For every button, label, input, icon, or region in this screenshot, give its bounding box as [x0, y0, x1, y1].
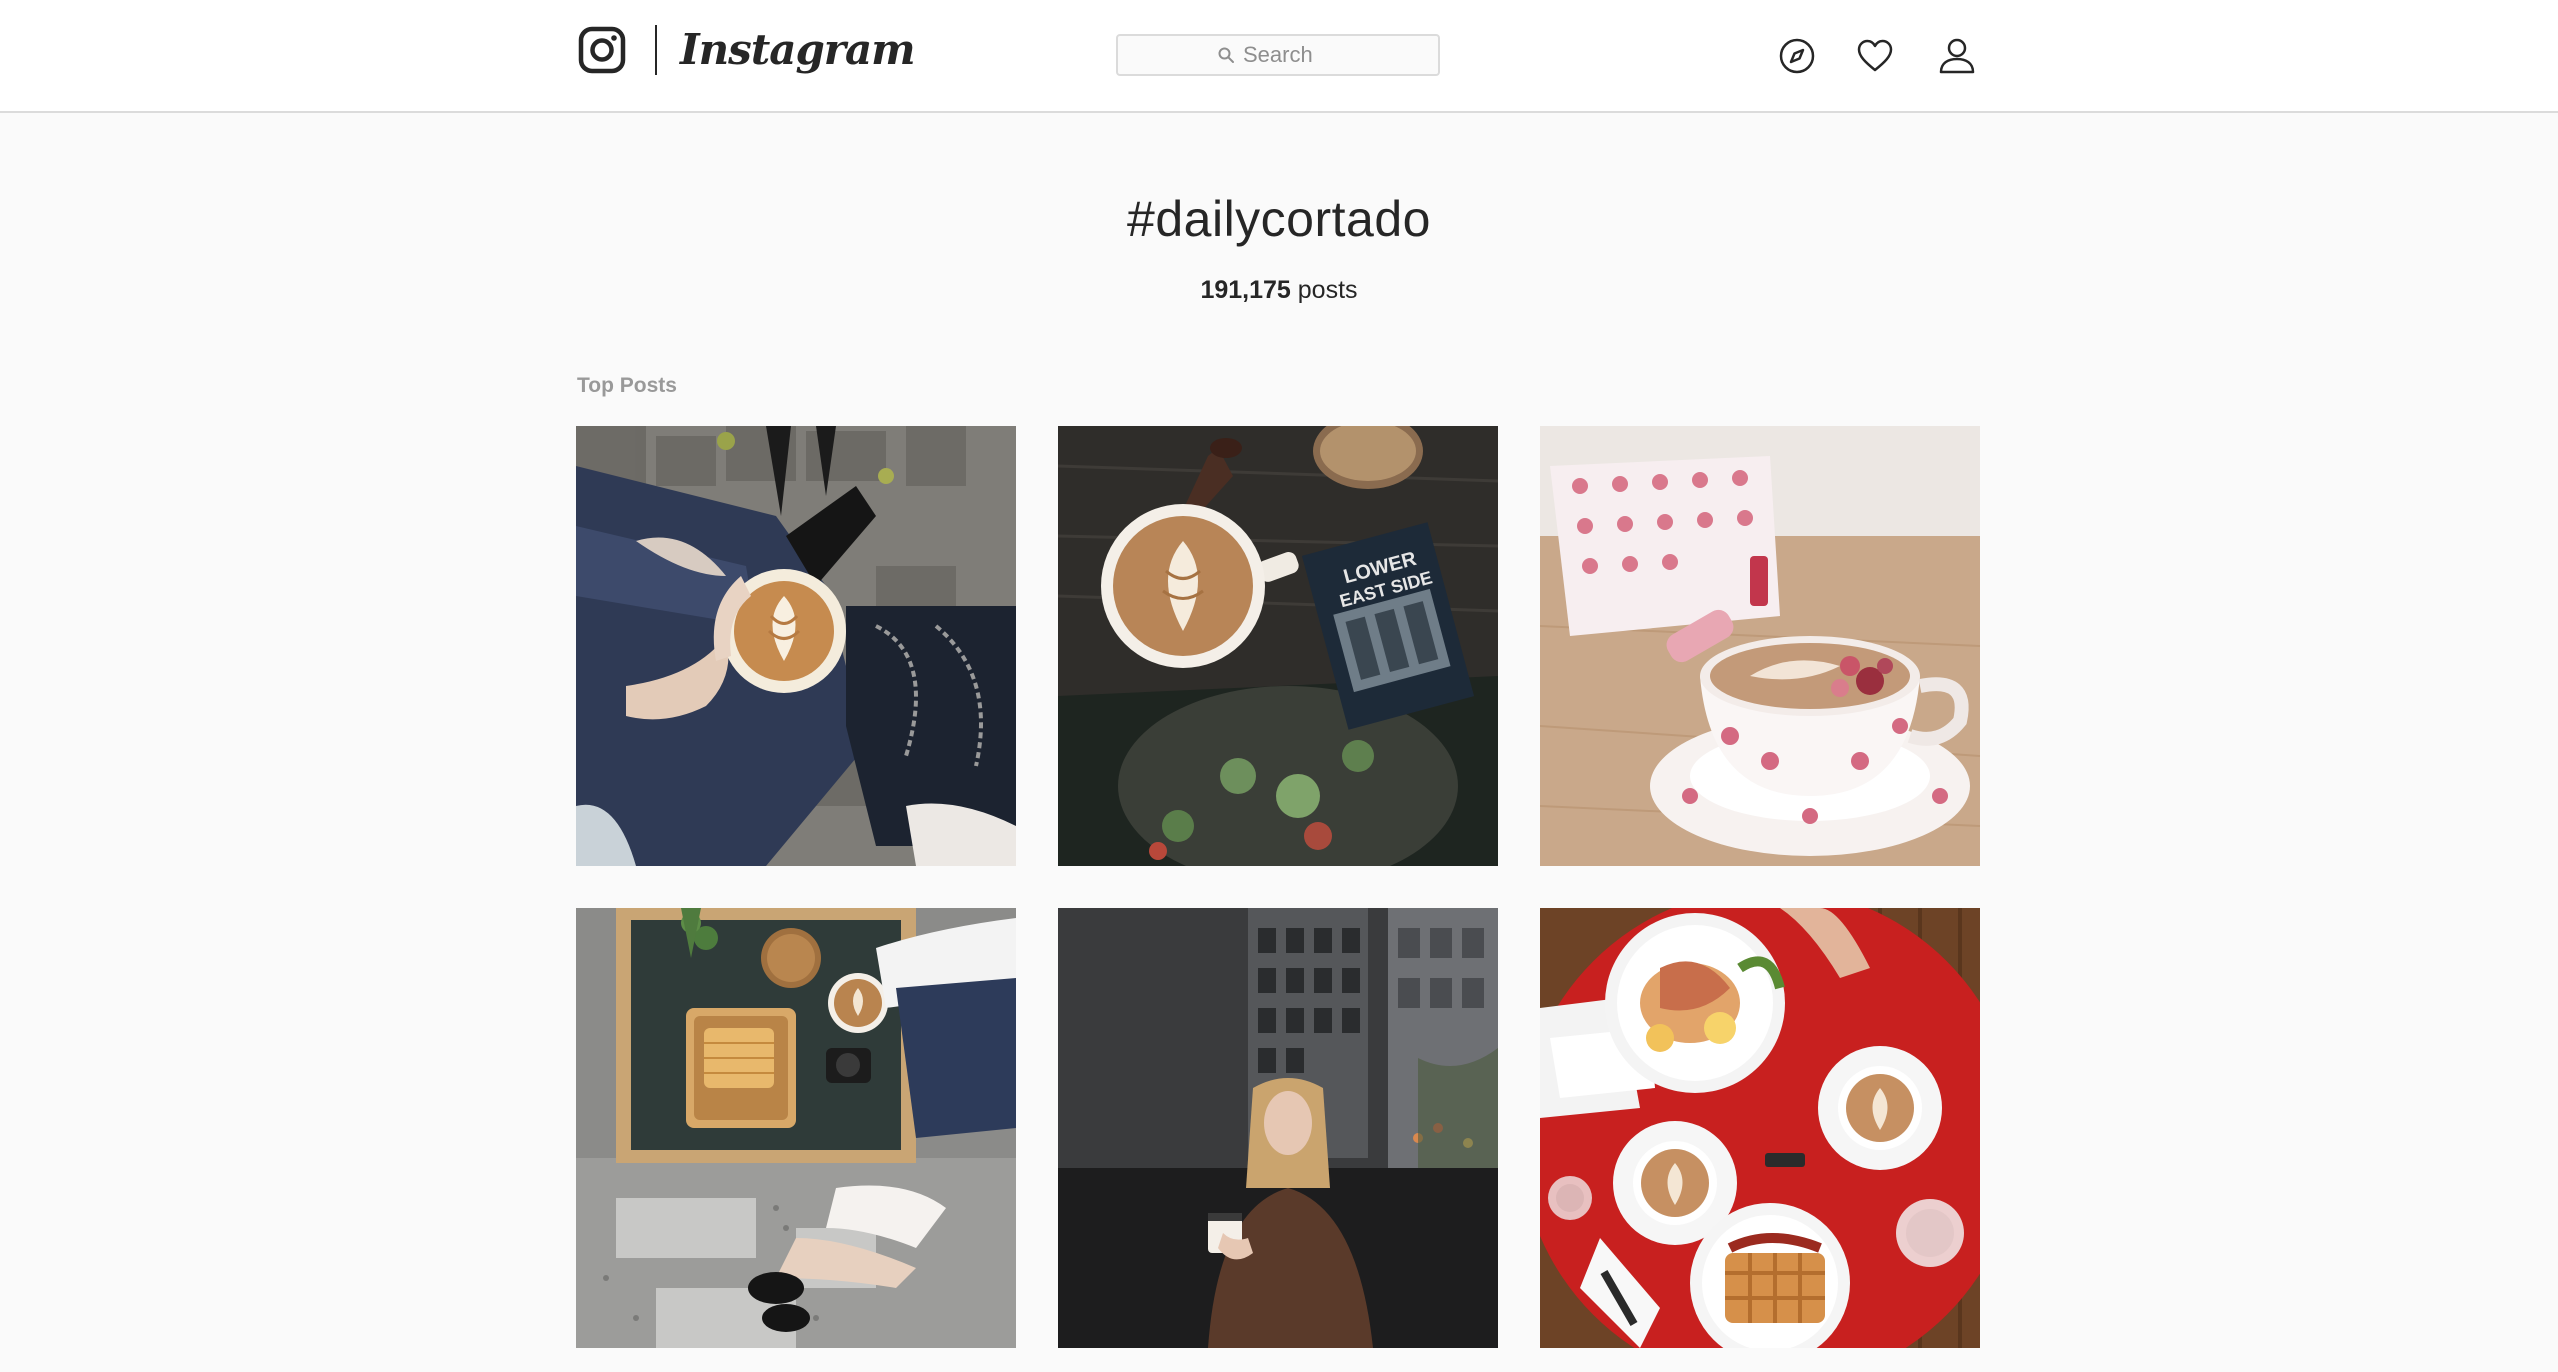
post-image: [576, 426, 1016, 866]
instagram-camera-icon[interactable]: [578, 26, 626, 74]
search-icon: [1218, 47, 1234, 63]
post-tile-5[interactable]: [1058, 908, 1498, 1348]
top-navigation-bar: Instagram: [0, 0, 2558, 113]
heart-icon[interactable]: [1856, 37, 1894, 75]
post-image: [576, 908, 1016, 1348]
search-input[interactable]: [1243, 42, 1339, 68]
post-count: 191,175 posts: [0, 276, 2558, 305]
search-box[interactable]: [1116, 34, 1440, 76]
top-posts-label: Top Posts: [577, 374, 677, 397]
post-tile-6[interactable]: [1540, 908, 1980, 1348]
compass-icon[interactable]: [1778, 37, 1816, 75]
post-image: [1540, 908, 1980, 1348]
post-tile-3[interactable]: [1540, 426, 1980, 866]
logo-divider: [655, 25, 657, 75]
post-tile-4[interactable]: [576, 908, 1016, 1348]
post-image: [1540, 426, 1980, 866]
post-image: [1058, 908, 1498, 1348]
post-tile-2[interactable]: LOWER EAST SIDE: [1058, 426, 1498, 866]
post-count-number: 191,175: [1200, 276, 1291, 304]
post-image: LOWER EAST SIDE: [1058, 426, 1498, 866]
post-count-suffix: posts: [1290, 276, 1358, 304]
instagram-wordmark[interactable]: Instagram: [680, 18, 916, 82]
post-tile-1[interactable]: [576, 426, 1016, 866]
hashtag-title: #dailycortado: [1127, 191, 1431, 247]
person-icon[interactable]: [1938, 37, 1976, 75]
